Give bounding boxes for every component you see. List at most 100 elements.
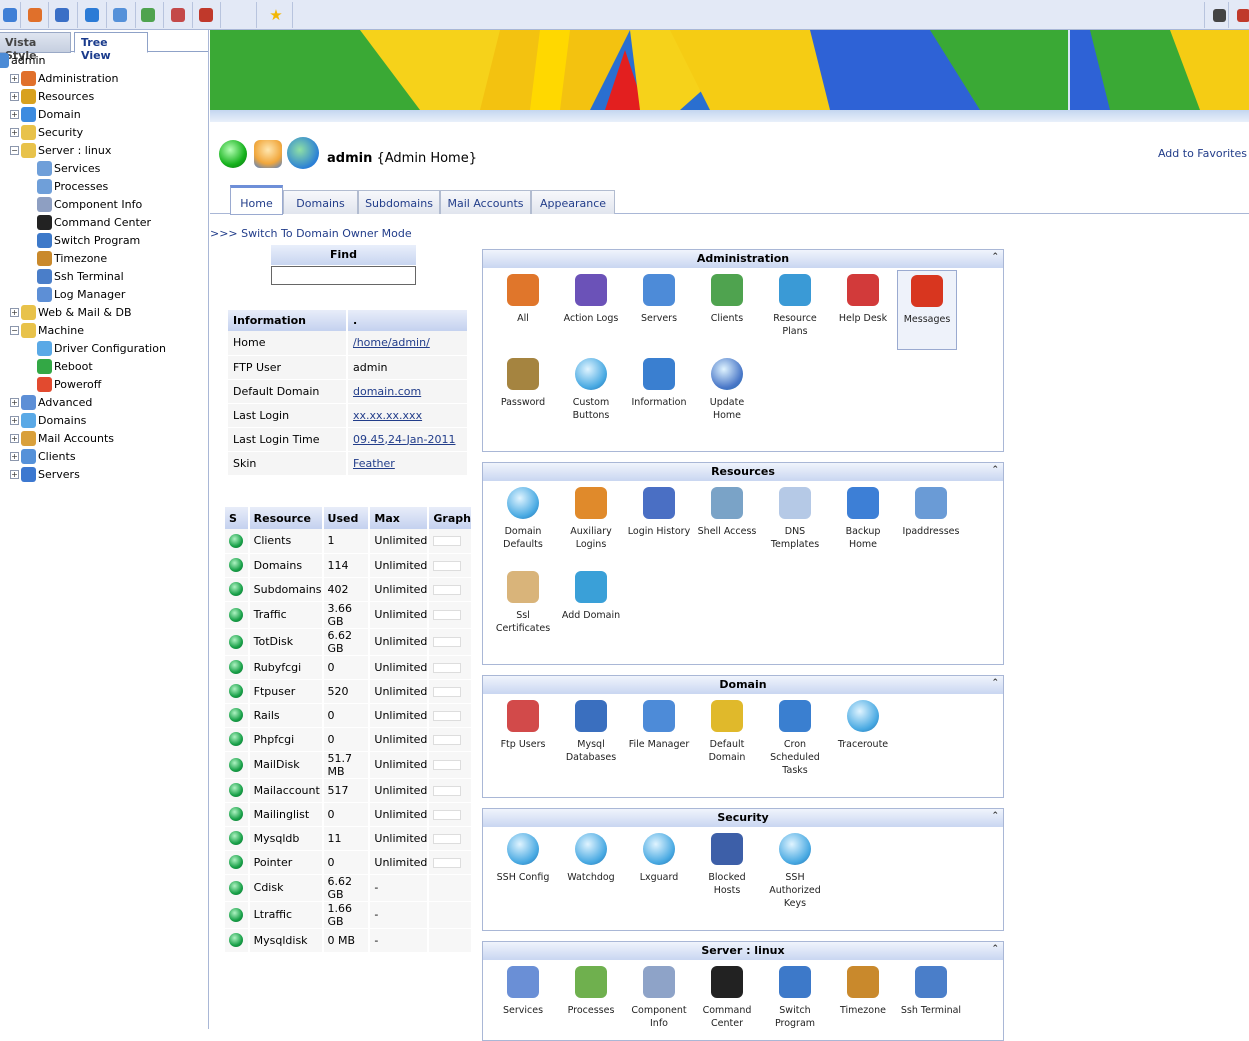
switch-mode-link[interactable]: >>> Switch To Domain Owner Mode xyxy=(210,227,412,240)
tree-item-driver-configuration[interactable]: Driver Configuration xyxy=(37,339,166,357)
add-to-favorites-link[interactable]: Add to Favorites xyxy=(1158,147,1247,160)
expander-icon[interactable]: + xyxy=(10,397,19,407)
tab-vista-style[interactable]: Vista Style xyxy=(0,32,71,62)
panel-item-ssh-config[interactable]: SSH Config xyxy=(491,833,555,884)
panel-item-default-domain[interactable]: Default Domain xyxy=(695,700,759,764)
tree-item-mail-accounts[interactable]: + Mail Accounts xyxy=(10,429,114,447)
panel-item-login-history[interactable]: Login History xyxy=(627,487,691,538)
panel-item-lxguard[interactable]: Lxguard xyxy=(627,833,691,884)
panel-item-services[interactable]: Services xyxy=(491,966,555,1017)
expander-icon[interactable]: + xyxy=(10,307,19,317)
tree-item-services[interactable]: Services xyxy=(37,159,100,177)
collapse-icon[interactable]: ⌃ xyxy=(991,465,999,475)
info-value[interactable]: Feather xyxy=(347,451,469,476)
tab-home[interactable]: Home xyxy=(230,185,283,215)
panel-item-blocked-hosts[interactable]: Blocked Hosts xyxy=(695,833,759,897)
tab-mail-accounts[interactable]: Mail Accounts xyxy=(440,190,531,214)
panel-item-timezone[interactable]: Timezone xyxy=(831,966,895,1017)
expander-icon[interactable]: − xyxy=(10,145,19,155)
panel-item-command-center[interactable]: Command Center xyxy=(695,966,759,1030)
box-icon[interactable] xyxy=(82,5,102,25)
panel-item-cron-scheduled-tasks[interactable]: Cron Scheduled Tasks xyxy=(763,700,827,777)
expander-icon[interactable]: + xyxy=(10,451,19,461)
panel-item-add-domain[interactable]: Add Domain xyxy=(559,571,623,622)
collapse-icon[interactable]: ⌃ xyxy=(991,811,999,821)
expander-icon[interactable]: + xyxy=(10,91,19,101)
people-icon[interactable] xyxy=(110,5,130,25)
tree-item-advanced[interactable]: + Advanced xyxy=(10,393,92,411)
tree-item-timezone[interactable]: Timezone xyxy=(37,249,107,267)
logout-icon[interactable] xyxy=(196,5,216,25)
tree-item-administration[interactable]: + Administration xyxy=(10,69,119,87)
panel-item-traceroute[interactable]: Traceroute xyxy=(831,700,895,751)
panel-item-all[interactable]: All xyxy=(491,274,555,325)
tab-subdomains[interactable]: Subdomains xyxy=(358,190,440,214)
panel-item-switch-program[interactable]: Switch Program xyxy=(763,966,827,1030)
tree-item-web-mail-db[interactable]: + Web & Mail & DB xyxy=(10,303,131,321)
info-value[interactable]: xx.xx.xx.xxx xyxy=(347,403,469,428)
expander-icon[interactable]: + xyxy=(10,469,19,479)
info-value[interactable]: /home/admin/ xyxy=(347,331,469,356)
expander-icon[interactable]: + xyxy=(10,415,19,425)
tree-item-server-linux[interactable]: − Server : linux xyxy=(10,141,111,159)
panel-item-update-home[interactable]: Update Home xyxy=(695,358,759,422)
tab-appearance[interactable]: Appearance xyxy=(531,190,615,214)
tree-item-processes[interactable]: Processes xyxy=(37,177,108,195)
panel-item-information[interactable]: Information xyxy=(627,358,691,409)
expander-icon[interactable]: + xyxy=(10,109,19,119)
panel-item-messages[interactable]: Messages xyxy=(897,270,957,350)
expander-icon[interactable]: + xyxy=(10,73,19,83)
tab-domains[interactable]: Domains xyxy=(283,190,358,214)
panel-item-shell-access[interactable]: Shell Access xyxy=(695,487,759,538)
star-icon[interactable]: ★ xyxy=(266,5,286,25)
expander-icon[interactable]: + xyxy=(10,127,19,137)
collapse-icon[interactable]: ⌃ xyxy=(991,944,999,954)
expander-icon[interactable]: − xyxy=(10,325,19,335)
find-input[interactable] xyxy=(271,266,416,285)
panel-item-auxiliary-logins[interactable]: Auxiliary Logins xyxy=(559,487,623,551)
tree-item-domain[interactable]: + Domain xyxy=(10,105,81,123)
tree-item-switch-program[interactable]: Switch Program xyxy=(37,231,140,249)
collapse-icon[interactable]: ⌃ xyxy=(991,678,999,688)
panel-item-dns-templates[interactable]: DNS Templates xyxy=(763,487,827,551)
tab-tree-view[interactable]: Tree View xyxy=(74,32,148,62)
panel-item-ssl-certificates[interactable]: Ssl Certificates xyxy=(491,571,555,635)
tree-item-component-info[interactable]: Component Info xyxy=(37,195,142,213)
panel-item-watchdog[interactable]: Watchdog xyxy=(559,833,623,884)
info-value[interactable]: 09.45,24-Jan-2011 xyxy=(347,427,469,452)
tree-item-ssh-terminal[interactable]: Ssh Terminal xyxy=(37,267,124,285)
tree-item-resources[interactable]: + Resources xyxy=(10,87,94,105)
tree-item-clients[interactable]: + Clients xyxy=(10,447,76,465)
panel-item-component-info[interactable]: Component Info xyxy=(627,966,691,1030)
tree-root-admin[interactable]: admin xyxy=(0,51,45,69)
panel-item-servers[interactable]: Servers xyxy=(627,274,691,325)
tree-item-log-manager[interactable]: Log Manager xyxy=(37,285,125,303)
panel-item-action-logs[interactable]: Action Logs xyxy=(559,274,623,325)
tree-item-machine[interactable]: − Machine xyxy=(10,321,84,339)
panel-item-ssh-authorized-keys[interactable]: SSH Authorized Keys xyxy=(763,833,827,910)
panel-item-domain-defaults[interactable]: Domain Defaults xyxy=(491,487,555,551)
expander-icon[interactable]: + xyxy=(10,433,19,443)
collapse-icon[interactable]: ⌃ xyxy=(991,252,999,262)
panel-item-backup-home[interactable]: Backup Home xyxy=(831,487,895,551)
info-value[interactable]: domain.com xyxy=(347,379,469,404)
edit-icon[interactable] xyxy=(25,5,45,25)
panel-item-file-manager[interactable]: File Manager xyxy=(627,700,691,751)
panel-item-ftp-users[interactable]: Ftp Users xyxy=(491,700,555,751)
exit-icon[interactable] xyxy=(1233,5,1249,25)
tree-item-servers[interactable]: + Servers xyxy=(10,465,80,483)
tree-item-domains[interactable]: + Domains xyxy=(10,411,86,429)
tree-icon[interactable] xyxy=(138,5,158,25)
panel-item-help-desk[interactable]: Help Desk xyxy=(831,274,895,325)
network-icon[interactable] xyxy=(52,5,72,25)
tree-item-poweroff[interactable]: Poweroff xyxy=(37,375,101,393)
home-icon[interactable] xyxy=(0,5,20,25)
user-icon[interactable] xyxy=(168,5,188,25)
panel-item-processes[interactable]: Processes xyxy=(559,966,623,1017)
panel-item-mysql-databases[interactable]: Mysql Databases xyxy=(559,700,623,764)
panel-item-ipaddresses[interactable]: Ipaddresses xyxy=(899,487,963,538)
panel-item-ssh-terminal[interactable]: Ssh Terminal xyxy=(899,966,963,1017)
panel-item-clients[interactable]: Clients xyxy=(695,274,759,325)
panel-item-resource-plans[interactable]: Resource Plans xyxy=(763,274,827,338)
tree-item-command-center[interactable]: Command Center xyxy=(37,213,151,231)
